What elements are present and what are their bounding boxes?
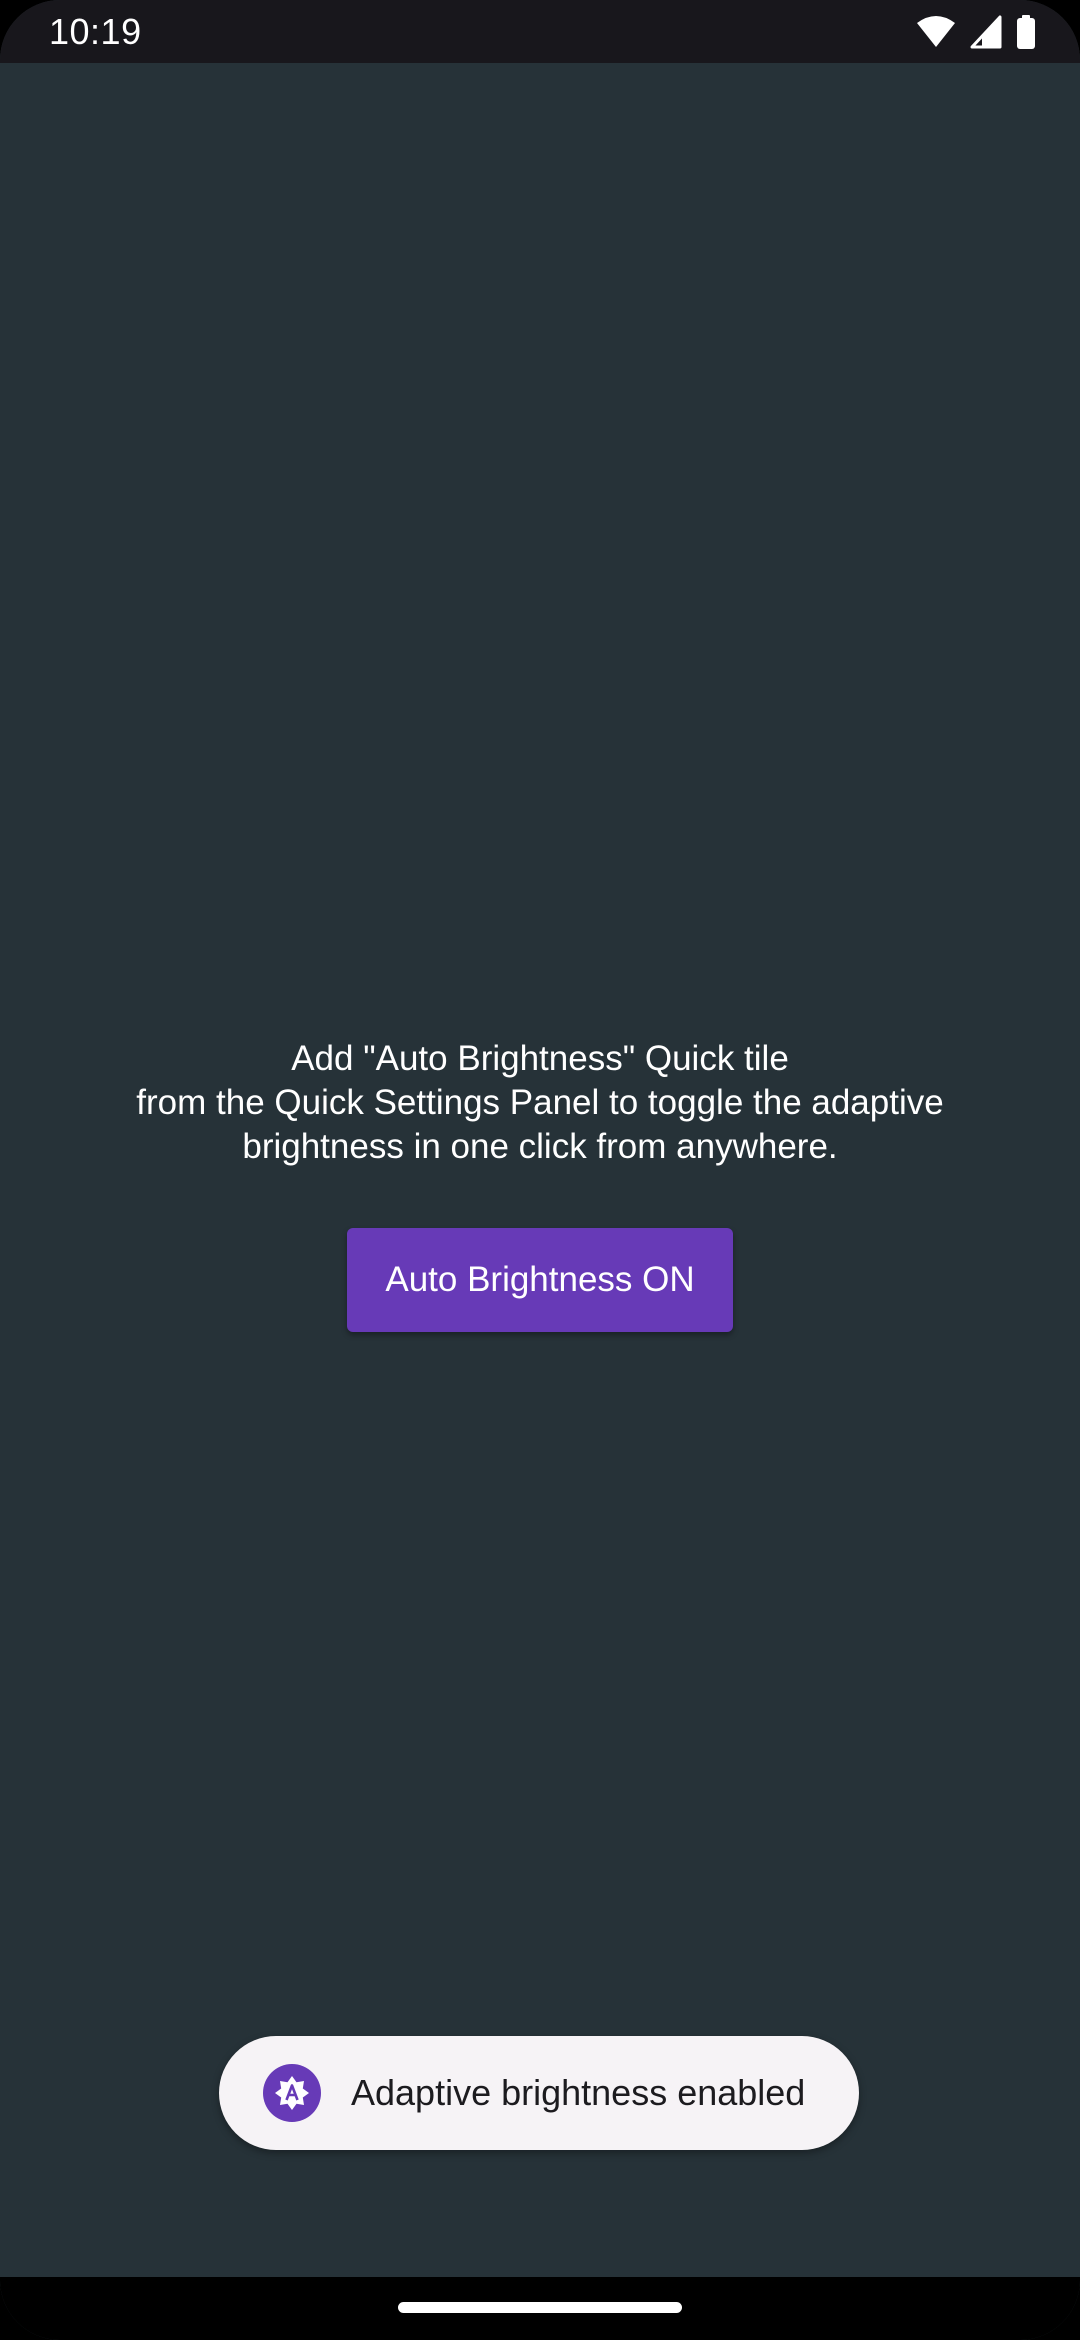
auto-brightness-button-label: Auto Brightness ON — [385, 1260, 695, 1299]
adaptive-brightness-icon — [263, 2064, 321, 2122]
instruction-line: Add "Auto Brightness" Quick tile — [291, 1039, 789, 1078]
wifi-icon — [916, 15, 956, 49]
toast-message: Adaptive brightness enabled — [351, 2072, 806, 2113]
instruction-text: Add "Auto Brightness" Quick tile from th… — [60, 1037, 1020, 1169]
instruction-line: from the Quick Settings Panel to toggle … — [136, 1083, 944, 1122]
instruction-line: brightness in one click from anywhere. — [242, 1127, 838, 1166]
status-icons — [916, 14, 1036, 50]
battery-icon — [1016, 15, 1036, 49]
auto-brightness-toggle-button[interactable]: Auto Brightness ON — [347, 1228, 733, 1332]
status-time: 10:19 — [49, 11, 142, 52]
status-bar: 10:19 — [0, 0, 1080, 63]
home-gesture-handle[interactable] — [398, 2302, 682, 2313]
toast-notification: Adaptive brightness enabled — [219, 2036, 859, 2150]
app-screen: 10:19 Add "Auto Brightness" Quick tile f… — [0, 0, 1080, 2340]
cellular-signal-icon — [970, 15, 1002, 49]
